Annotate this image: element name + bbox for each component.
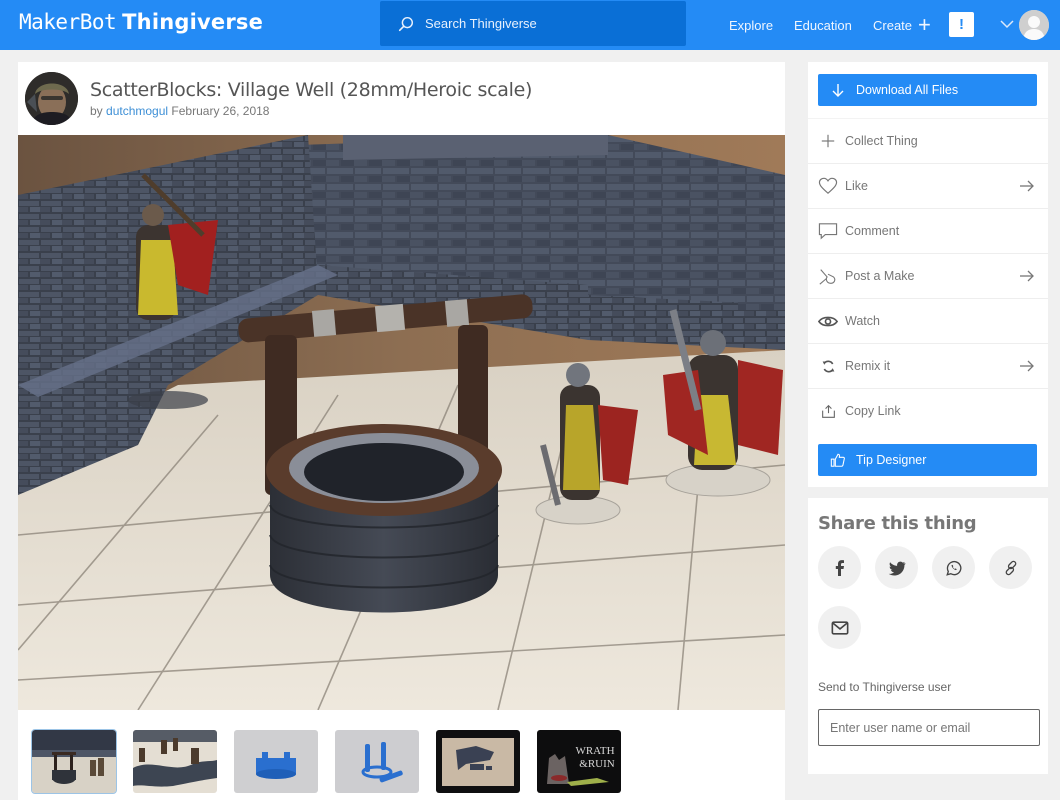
tip-designer-button[interactable]: Tip Designer: [818, 444, 1037, 476]
search-bar[interactable]: Search Thingiverse: [380, 1, 686, 46]
nav-create-label: Create: [873, 17, 913, 33]
publish-date: February 26, 2018: [171, 104, 270, 118]
like-action[interactable]: Like: [808, 163, 1048, 208]
download-all-files-button[interactable]: Download All Files: [818, 74, 1037, 106]
share-email-button[interactable]: [818, 606, 861, 649]
byline: by dutchmogul February 26, 2018: [90, 104, 269, 118]
thing-title: ScatterBlocks: Village Well (28mm/Heroic…: [90, 79, 533, 101]
poster-title-line1: WRATH: [575, 745, 614, 757]
thumbnail-4[interactable]: [335, 730, 419, 793]
plus-icon: +: [918, 12, 931, 37]
author-avatar[interactable]: [25, 72, 78, 125]
download-all-files-label: Download All Files: [856, 83, 959, 97]
collect-thing-label: Collect Thing: [845, 134, 918, 148]
thumbnail-3[interactable]: [234, 730, 318, 793]
user-avatar-icon: [1019, 10, 1049, 40]
copy-link-label: Copy Link: [845, 404, 901, 418]
search-icon: [398, 16, 414, 31]
remix-icon: [817, 355, 839, 377]
top-navigation-bar: MakerBot Thingiverse Search Thingiverse E…: [0, 0, 1060, 50]
share-title: Share this thing: [818, 513, 977, 534]
poster-title-line2: &RUIN: [579, 758, 615, 770]
remix-it-label: Remix it: [845, 359, 891, 373]
author-photo: [25, 72, 78, 125]
logo-thingiverse: Thingiverse: [122, 10, 264, 34]
thumbs-up-icon: [830, 453, 845, 467]
comment-label: Comment: [845, 224, 900, 238]
post-a-make-action[interactable]: Post a Make: [808, 253, 1048, 298]
download-icon: [832, 84, 844, 97]
search-placeholder: Search Thingiverse: [425, 16, 537, 31]
logo-makerbot: MakerBot: [19, 10, 117, 34]
watch-action[interactable]: Watch: [808, 298, 1048, 343]
by-label: by: [90, 104, 103, 118]
share-twitter-button[interactable]: [875, 546, 918, 589]
thing-detail-card: ScatterBlocks: Village Well (28mm/Heroic…: [18, 62, 785, 800]
make-icon: [817, 265, 839, 287]
thing-actions-panel: Download All Files Collect Thing Like Co…: [808, 62, 1048, 487]
collect-thing-action[interactable]: Collect Thing: [808, 118, 1048, 163]
nav-explore[interactable]: Explore: [729, 0, 773, 50]
share-facebook-button[interactable]: [818, 546, 861, 589]
thumbnail-6[interactable]: WRATH &RUIN: [537, 730, 621, 793]
tip-designer-label: Tip Designer: [856, 453, 927, 467]
main-photo[interactable]: [18, 135, 785, 710]
link-icon: [1005, 560, 1016, 575]
thumbnail-well-photo: [32, 730, 116, 793]
thumbnail-dungeon-tiles-photo: [436, 730, 520, 793]
like-label: Like: [845, 179, 868, 193]
share-whatsapp-button[interactable]: [932, 546, 975, 589]
exclamation-icon: !: [959, 16, 964, 33]
send-to-user-input[interactable]: [818, 709, 1040, 746]
post-a-make-label: Post a Make: [845, 269, 915, 283]
remix-it-action[interactable]: Remix it: [808, 343, 1048, 388]
makerbot-thingiverse-logo[interactable]: MakerBot Thingiverse: [19, 9, 263, 35]
whatsapp-icon: [945, 560, 961, 576]
plus-icon: [817, 130, 839, 152]
thumbnail-well-posts-render: [335, 730, 419, 793]
share-panel: Share this thing Send to Thingiverse use…: [808, 498, 1048, 774]
chevron-down-icon[interactable]: [999, 16, 1015, 32]
thumbnail-5[interactable]: [436, 730, 520, 793]
share-link-button[interactable]: [989, 546, 1032, 589]
send-to-user-label: Send to Thingiverse user: [818, 680, 952, 694]
heart-icon: [817, 175, 839, 197]
village-well-photo: [18, 135, 785, 710]
arrow-right-icon: [1020, 270, 1034, 282]
nav-create[interactable]: Create +: [873, 0, 931, 50]
action-list: Collect Thing Like Comment Post a Make W…: [808, 118, 1048, 433]
user-avatar[interactable]: [1019, 10, 1049, 40]
comment-icon: [817, 220, 839, 242]
thumbnail-strip: WRATH &RUIN: [31, 729, 621, 795]
facebook-icon: [835, 559, 844, 576]
thumbnail-wrath-ruin-poster: WRATH &RUIN: [537, 730, 621, 793]
eye-icon: [817, 310, 839, 332]
email-icon: [831, 620, 848, 635]
thumbnail-1[interactable]: [31, 729, 117, 794]
thumbnail-2[interactable]: [133, 730, 217, 793]
author-link[interactable]: dutchmogul: [106, 104, 168, 118]
comment-action[interactable]: Comment: [808, 208, 1048, 253]
twitter-icon: [888, 561, 905, 575]
notifications-button[interactable]: !: [949, 12, 974, 37]
arrow-right-icon: [1020, 360, 1034, 372]
share-icon: [817, 400, 839, 422]
thumbnail-well-base-render: [234, 730, 318, 793]
nav-education[interactable]: Education: [794, 0, 852, 50]
watch-label: Watch: [845, 314, 880, 328]
arrow-right-icon: [1020, 180, 1034, 192]
copy-link-action[interactable]: Copy Link: [808, 388, 1048, 433]
thumbnail-miniatures-photo: [133, 730, 217, 793]
